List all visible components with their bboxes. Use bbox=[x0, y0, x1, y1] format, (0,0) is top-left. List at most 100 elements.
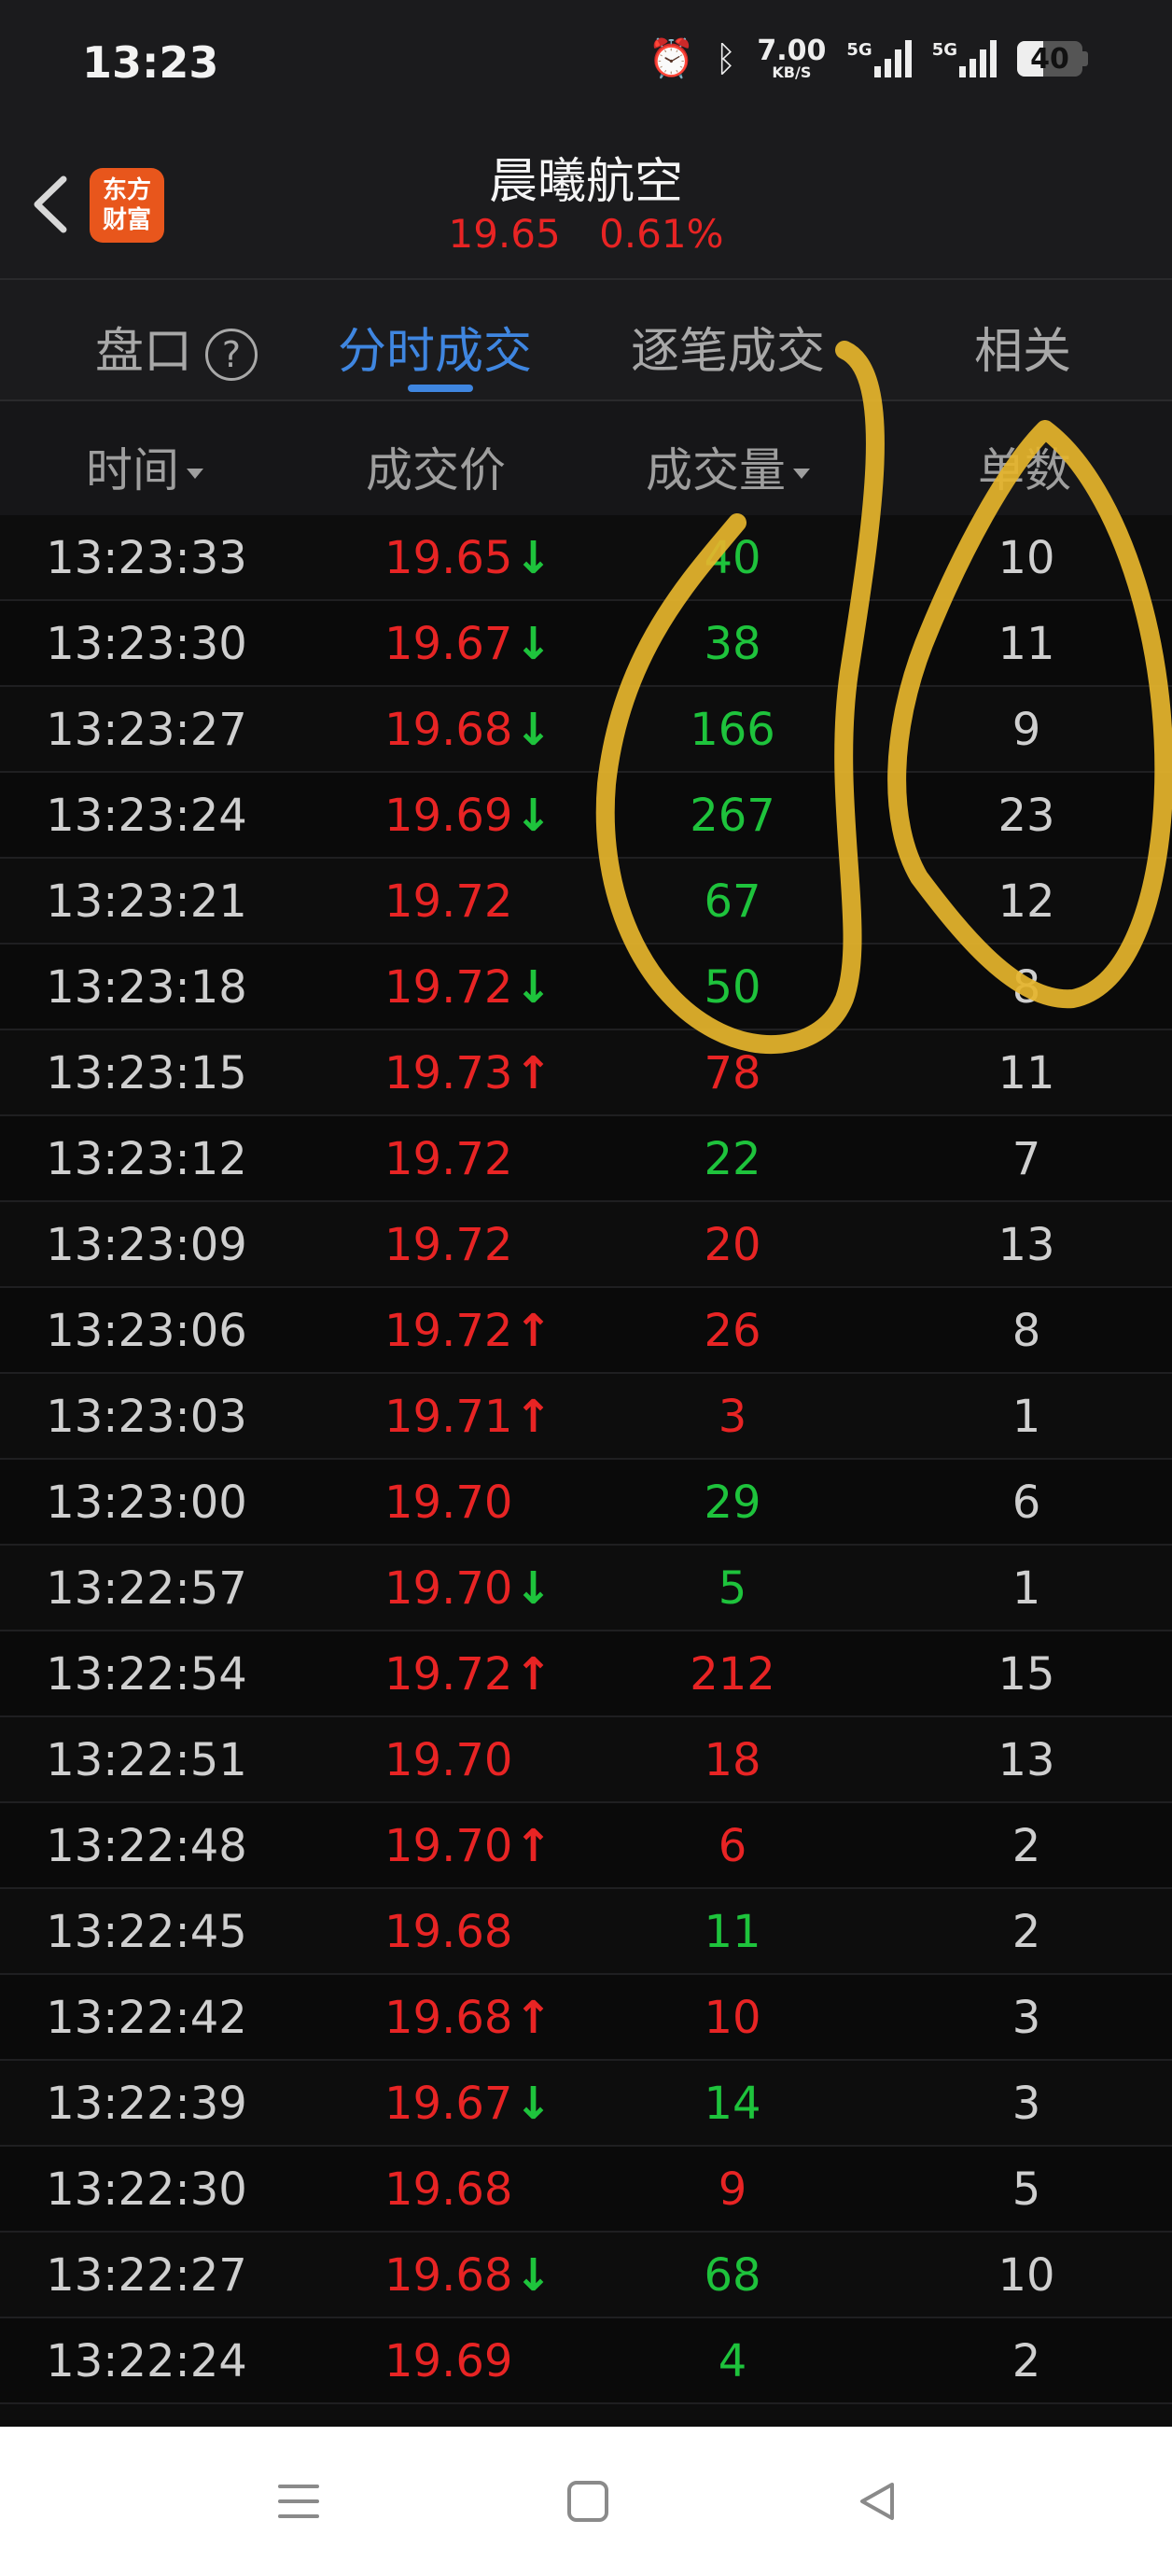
price-arrow-icon: ↑ bbox=[514, 1820, 552, 1872]
status-bar: 13:23 ⏰ ᛒ 7.00 KB/S 5G 5G 40 bbox=[0, 0, 1172, 131]
table-row: 13:22:42 19.68↑ 10 3 bbox=[0, 1975, 1172, 2061]
tab-label: 盘口 bbox=[95, 324, 193, 380]
price-arrow-icon: ↑ bbox=[514, 1391, 552, 1443]
trade-time: 13:22:24 bbox=[46, 2335, 247, 2387]
table-row: 13:22:30 19.68 9 5 bbox=[0, 2147, 1172, 2233]
price-arrow-icon: ↑ bbox=[514, 1047, 552, 1099]
price-arrow-icon: ↑ bbox=[514, 1305, 552, 1357]
menu-icon[interactable] bbox=[276, 2479, 321, 2524]
net-speed: 7.00 KB/S bbox=[757, 37, 826, 80]
trade-price: 19.72 bbox=[384, 875, 513, 928]
bluetooth-icon: ᛒ bbox=[715, 38, 737, 79]
trade-time: 13:22:57 bbox=[46, 1562, 247, 1615]
table-row: 13:23:03 19.71↑ 3 1 bbox=[0, 1374, 1172, 1460]
trade-price-cell: 19.72 bbox=[384, 875, 514, 928]
trade-volume: 68 bbox=[704, 2249, 761, 2302]
trade-count: 3 bbox=[1012, 2078, 1041, 2130]
trade-time: 13:23:30 bbox=[46, 618, 247, 670]
trade-count: 1 bbox=[1012, 1562, 1041, 1615]
trade-price-cell: 19.70↑ bbox=[384, 1820, 552, 1872]
trade-time: 13:23:15 bbox=[46, 1047, 247, 1099]
price-arrow-icon: ↓ bbox=[514, 2249, 552, 2302]
trade-time: 13:22:42 bbox=[46, 1992, 247, 2044]
trade-count: 15 bbox=[998, 1648, 1055, 1701]
back-triangle-icon[interactable] bbox=[855, 2479, 900, 2524]
tab-related[interactable]: 相关 bbox=[974, 312, 1071, 382]
trade-volume: 29 bbox=[704, 1477, 761, 1529]
stock-quote: 19.65 0.61% bbox=[0, 211, 1172, 257]
trade-price: 19.68 bbox=[384, 2249, 513, 2302]
trade-list[interactable]: 13:23:33 19.65↓ 40 10 13:23:30 19.67↓ 38 11 13… bbox=[0, 515, 1172, 2427]
home-icon[interactable] bbox=[565, 2479, 610, 2524]
trade-count: 7 bbox=[1012, 1133, 1041, 1185]
trade-count: 5 bbox=[1012, 2163, 1041, 2216]
table-row: 13:23:15 19.73↑ 78 11 bbox=[0, 1030, 1172, 1116]
trade-price-cell: 19.72 bbox=[384, 1133, 514, 1185]
col-price-label: 成交价 bbox=[366, 443, 506, 497]
table-row: 13:23:12 19.72 22 7 bbox=[0, 1116, 1172, 1202]
trade-count: 13 bbox=[998, 1734, 1055, 1786]
trade-price: 19.68 bbox=[384, 704, 513, 756]
trade-volume: 212 bbox=[690, 1648, 775, 1701]
trade-time: 13:22:51 bbox=[46, 1734, 247, 1786]
battery-icon: 40 bbox=[1017, 41, 1088, 77]
sim2-tag: 5G bbox=[931, 40, 957, 60]
table-row: 13:23:24 19.69↓ 267 23 bbox=[0, 773, 1172, 859]
trade-time: 13:23:06 bbox=[46, 1305, 247, 1357]
sim1-tag: 5G bbox=[846, 40, 872, 60]
trade-price: 19.68 bbox=[384, 1992, 513, 2044]
trade-price: 19.70 bbox=[384, 1820, 513, 1872]
col-price: 成交价 bbox=[366, 433, 506, 500]
trade-count: 12 bbox=[998, 875, 1055, 928]
stock-change-pct: 0.61% bbox=[599, 211, 724, 257]
col-time-sort[interactable]: 时间 bbox=[86, 433, 203, 500]
col-count-label: 单数 bbox=[978, 443, 1071, 497]
system-nav-bar bbox=[0, 2427, 1172, 2576]
table-row: 13:22:54 19.72↑ 212 15 bbox=[0, 1631, 1172, 1717]
trade-price-cell: 19.68 bbox=[384, 2163, 514, 2216]
trade-price: 19.70 bbox=[384, 1734, 513, 1786]
tab-orderbook[interactable]: 盘口? bbox=[95, 312, 258, 382]
trade-volume: 11 bbox=[704, 1906, 761, 1958]
table-row: 13:23:00 19.70 29 6 bbox=[0, 1460, 1172, 1546]
trade-count: 2 bbox=[1012, 1820, 1041, 1872]
tab-tick-trades[interactable]: 逐笔成交 bbox=[631, 312, 825, 382]
trade-time: 13:22:30 bbox=[46, 2163, 247, 2216]
trade-price: 19.67 bbox=[384, 2078, 513, 2130]
tab-time-sales[interactable]: 分时成交 bbox=[338, 312, 532, 382]
trade-volume: 9 bbox=[718, 2163, 747, 2216]
trade-volume: 166 bbox=[690, 704, 775, 756]
trade-volume: 26 bbox=[704, 1305, 761, 1357]
signal-bars-icon bbox=[873, 40, 912, 77]
help-icon[interactable]: ? bbox=[205, 329, 258, 381]
table-row: 13:23:21 19.72 67 12 bbox=[0, 859, 1172, 945]
table-row: 13:22:24 19.69 4 2 bbox=[0, 2318, 1172, 2404]
table-row: 13:22:45 19.68 11 2 bbox=[0, 1889, 1172, 1975]
trade-volume: 4 bbox=[718, 2335, 747, 2387]
battery-level: 40 bbox=[1030, 43, 1069, 76]
table-row: 13:23:18 19.72↓ 50 8 bbox=[0, 945, 1172, 1030]
trade-price: 19.72 bbox=[384, 1219, 513, 1271]
trade-count: 13 bbox=[998, 1219, 1055, 1271]
trade-time: 13:22:54 bbox=[46, 1648, 247, 1701]
price-arrow-icon: ↓ bbox=[514, 532, 552, 584]
trade-price: 19.72 bbox=[384, 1133, 513, 1185]
trade-price: 19.69 bbox=[384, 790, 513, 842]
trade-price-cell: 19.69 bbox=[384, 2335, 514, 2387]
trade-count: 6 bbox=[1012, 1477, 1041, 1529]
col-volume-sort[interactable]: 成交量 bbox=[646, 433, 810, 500]
table-row: 13:23:30 19.67↓ 38 11 bbox=[0, 601, 1172, 687]
trade-volume: 67 bbox=[704, 875, 761, 928]
trade-volume: 267 bbox=[690, 790, 775, 842]
price-arrow-icon: ↑ bbox=[514, 1648, 552, 1701]
stock-name: 晨曦航空 bbox=[488, 154, 683, 210]
trade-volume: 3 bbox=[718, 1391, 747, 1443]
col-time-label: 时间 bbox=[86, 443, 179, 497]
trade-count: 23 bbox=[998, 790, 1055, 842]
col-count: 单数 bbox=[978, 433, 1071, 500]
trade-price-cell: 19.65↓ bbox=[384, 532, 552, 584]
trade-price-cell: 19.69↓ bbox=[384, 790, 552, 842]
stock-price: 19.65 bbox=[448, 211, 561, 257]
sort-caret-icon bbox=[793, 469, 810, 479]
table-row: 13:22:39 19.67↓ 14 3 bbox=[0, 2061, 1172, 2147]
